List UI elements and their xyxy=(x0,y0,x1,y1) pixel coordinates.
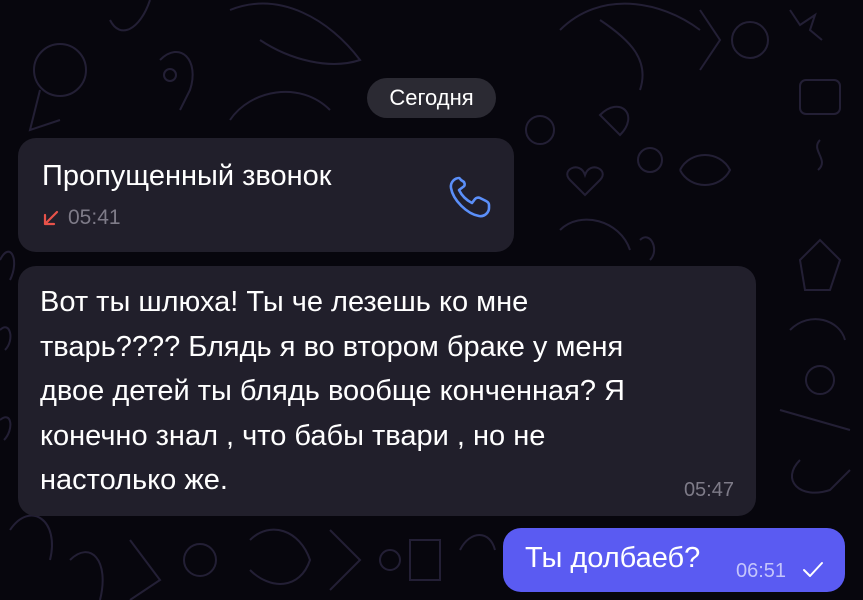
missed-call-message[interactable]: Пропущенный звонок 05:41 xyxy=(18,138,514,252)
message-line: настолько же. xyxy=(40,464,228,496)
incoming-message-time: 05:47 xyxy=(683,479,734,501)
incoming-message[interactable]: Вот ты шлюха! Ты че лезешь ко мне тварь?… xyxy=(18,266,756,516)
message-line: конечно знал , что бабы твари , но не xyxy=(40,419,546,452)
missed-call-arrow-icon xyxy=(43,210,59,226)
message-line: Вот ты шлюха! Ты че лезешь ко мне xyxy=(40,286,529,318)
missed-call-time: 05:41 xyxy=(68,206,121,229)
message-line: двое детей ты блядь вообще конченная? Я xyxy=(40,375,625,407)
message-line: тварь???? Блядь я во втором браке у меня xyxy=(40,330,624,363)
date-separator-label: Сегодня xyxy=(389,85,474,110)
outgoing-message[interactable]: Ты долбаеб? 06:51 xyxy=(503,528,845,592)
check-icon xyxy=(803,562,823,577)
missed-call-title: Пропущенный звонок xyxy=(42,160,332,192)
outgoing-message-text: Ты долбаеб? xyxy=(525,542,701,574)
outgoing-message-time: 06:51 xyxy=(736,560,787,582)
date-separator: Сегодня xyxy=(367,78,496,118)
phone-icon[interactable] xyxy=(441,168,499,226)
incoming-message-text: Вот ты шлюха! Ты че лезешь ко мне тварь?… xyxy=(40,280,740,503)
missed-call-meta: 05:41 xyxy=(42,206,121,230)
